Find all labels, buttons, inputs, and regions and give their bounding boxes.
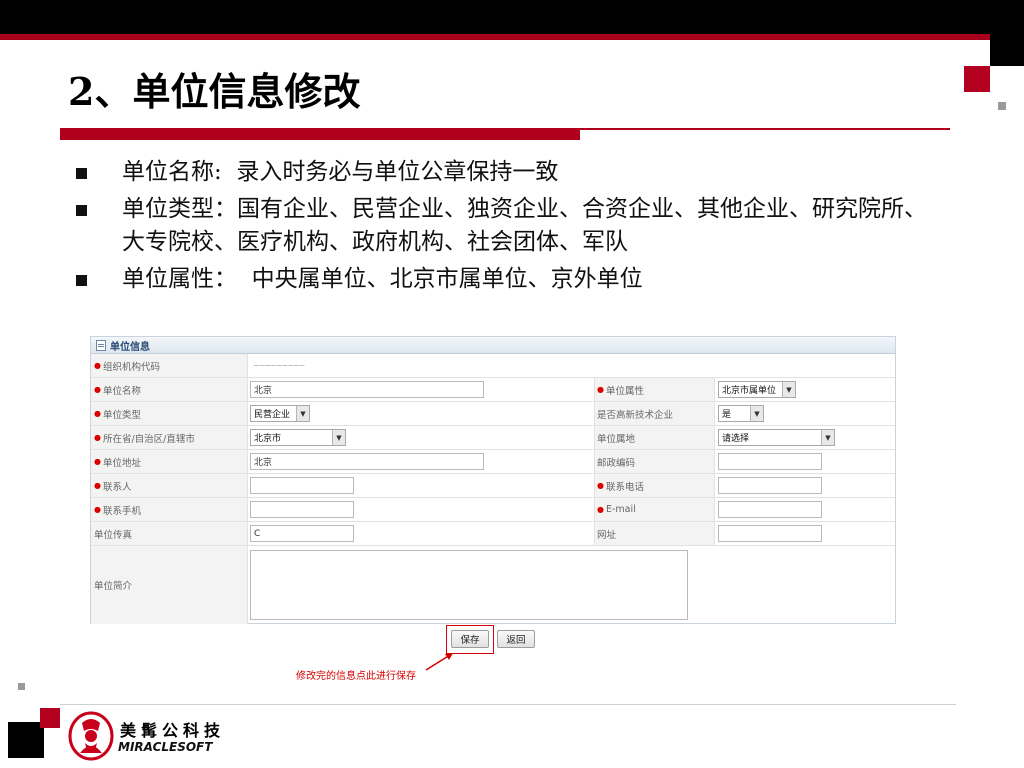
contact-phone-input[interactable] (718, 477, 822, 494)
contact-input[interactable] (250, 477, 354, 494)
postcode-input[interactable] (718, 453, 822, 470)
label-postcode: 邮政编码 (594, 450, 714, 473)
logo-english-name: MIRACLESOFT (118, 740, 213, 754)
fax-input[interactable]: C (250, 525, 354, 542)
label-org-code: ● 组织机构代码 (91, 354, 247, 377)
label-address: ● 单位地址 (91, 450, 247, 473)
row-org-code: ● 组织机构代码 ~~~~~~~~~ (91, 354, 895, 378)
unit-info-form: 单位信息 ● 组织机构代码 ~~~~~~~~~ ● 单位名称 北京 ● 单位属性 北京… (90, 336, 896, 624)
chevron-down-icon: ▼ (332, 430, 345, 445)
bullet-text: 中央属单位、北京市属单位、京外单位 (251, 266, 643, 292)
unit-attr-select[interactable]: 北京市属单位 ▼ (718, 381, 796, 398)
label-unit-name: ● 单位名称 (91, 378, 247, 401)
chevron-down-icon: ▼ (296, 406, 309, 421)
row-contact: ● 联系人 ● 联系电话 (91, 474, 895, 498)
redacted-scribble: ~~~~~~~~~ (253, 361, 305, 370)
top-black-bar (0, 0, 1024, 34)
row-address: ● 单位地址 北京 邮政编码 (91, 450, 895, 474)
chevron-down-icon: ▼ (782, 382, 795, 397)
email-input[interactable] (718, 501, 822, 518)
required-star-icon: ● (94, 457, 101, 466)
corner-black-block (990, 0, 1024, 66)
top-red-stripe (0, 34, 990, 40)
bullet-label: 单位名称: (122, 159, 237, 185)
required-star-icon: ● (597, 481, 604, 490)
high-tech-select[interactable]: 是 ▼ (718, 405, 764, 422)
panel-header: 单位信息 (91, 337, 895, 354)
org-code-readonly: ~~~~~~~~~ (253, 354, 305, 377)
back-button[interactable]: 返回 (497, 630, 535, 648)
column-divider (247, 354, 248, 623)
required-star-icon: ● (94, 433, 101, 442)
unit-name-input[interactable]: 北京 (250, 381, 484, 398)
mobile-input[interactable] (250, 501, 354, 518)
required-star-icon: ● (94, 361, 101, 370)
footer-black-square (8, 722, 44, 758)
annotation-arrow-icon (425, 653, 453, 671)
square-bullet-icon (76, 275, 87, 286)
label-contact-phone: ● 联系电话 (594, 474, 714, 497)
label-unit-location: 单位属地 (594, 426, 714, 449)
title-underline-thick (60, 128, 580, 140)
row-unit-name: ● 单位名称 北京 ● 单位属性 北京市属单位 ▼ (91, 378, 895, 402)
label-email: ● E-mail (594, 498, 714, 521)
bullet-label: 单位类型： (122, 196, 237, 222)
bullet-unit-name: 单位名称: 录入时务必与单位公章保持一致 (76, 156, 946, 189)
bullet-text: 国有企业、民营企业、独资企业、合资企业、其他企业、研究院所、大专院校、医疗机构、… (122, 196, 927, 255)
required-star-icon: ● (94, 505, 101, 514)
title-underline-thin (580, 128, 950, 130)
chevron-down-icon: ▼ (750, 406, 763, 421)
save-annotation: 修改完的信息点此进行保存 (296, 671, 416, 682)
footer-rule (60, 704, 956, 705)
label-website: 网址 (594, 522, 714, 545)
label-unit-attr: ● 单位属性 (594, 378, 714, 401)
footer-red-square (40, 708, 60, 728)
logo-chinese-name: 美髯公科技 (120, 721, 226, 740)
required-star-icon: ● (597, 505, 604, 514)
corner-red-square (964, 66, 990, 92)
chevron-down-icon: ▼ (821, 430, 834, 445)
slide-title: 2、单位信息修改 (68, 69, 361, 114)
row-fax: 单位传真 C 网址 (91, 522, 895, 546)
column-divider (714, 378, 715, 545)
region-select[interactable]: 北京市 ▼ (250, 429, 346, 446)
company-seal-icon (68, 711, 114, 761)
square-bullet-icon (76, 168, 87, 179)
corner-grey-dot (998, 102, 1006, 110)
label-mobile: ● 联系手机 (91, 498, 247, 521)
column-divider (594, 378, 595, 545)
required-star-icon: ● (94, 385, 101, 394)
label-unit-type: ● 单位类型 (91, 402, 247, 425)
panel-title: 单位信息 (110, 341, 150, 353)
required-star-icon: ● (597, 385, 604, 394)
row-mobile: ● 联系手机 ● E-mail (91, 498, 895, 522)
unit-location-select[interactable]: 请选择 ▼ (718, 429, 835, 446)
label-region: ● 所在省/自治区/直辖市 (91, 426, 247, 449)
label-contact: ● 联系人 (91, 474, 247, 497)
label-fax: 单位传真 (91, 522, 247, 545)
unit-type-select[interactable]: 民营企业 ▼ (250, 405, 310, 422)
bullet-label: 单位属性： (122, 266, 252, 292)
required-star-icon: ● (94, 481, 101, 490)
row-region: ● 所在省/自治区/直辖市 北京市 ▼ 单位属地 请选择 ▼ (91, 426, 895, 450)
bullet-list: 单位名称: 录入时务必与单位公章保持一致 单位类型：国有企业、民营企业、独资企业… (76, 156, 946, 300)
square-bullet-icon (76, 205, 87, 216)
bullet-unit-type: 单位类型：国有企业、民营企业、独资企业、合资企业、其他企业、研究院所、大专院校、… (76, 193, 946, 259)
row-intro: 单位简介 (91, 546, 895, 624)
bullet-unit-attr: 单位属性： 中央属单位、北京市属单位、京外单位 (76, 263, 946, 296)
address-input[interactable]: 北京 (250, 453, 484, 470)
website-input[interactable] (718, 525, 822, 542)
footer-grey-dot (18, 683, 25, 690)
row-unit-type: ● 单位类型 民营企业 ▼ 是否高新技术企业 是 ▼ (91, 402, 895, 426)
intro-textarea[interactable] (250, 550, 688, 620)
label-high-tech: 是否高新技术企业 (594, 402, 714, 425)
required-star-icon: ● (94, 409, 101, 418)
document-icon (96, 339, 106, 351)
label-intro: 单位简介 (91, 546, 247, 624)
bullet-text: 录入时务必与单位公章保持一致 (236, 159, 559, 185)
